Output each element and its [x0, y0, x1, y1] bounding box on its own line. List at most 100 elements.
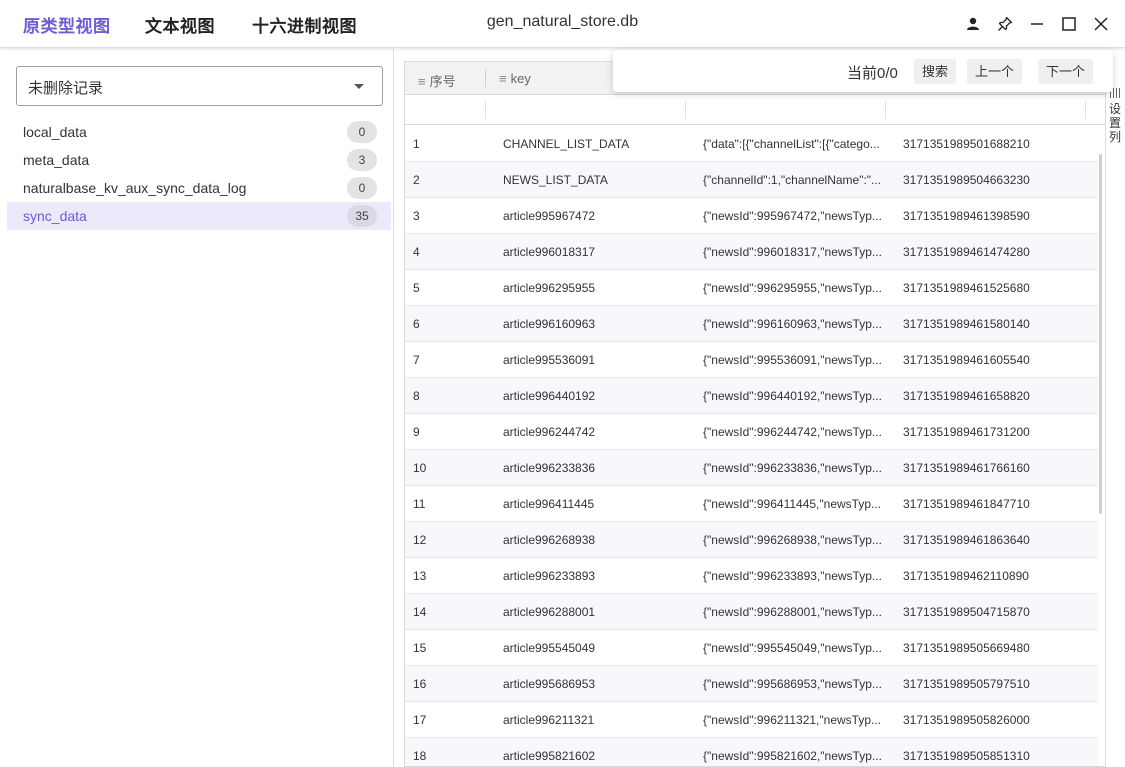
table-row[interactable]: 2 NEWS_LIST_DATA {"channelId":1,"channelNa…: [405, 162, 1098, 198]
table-row[interactable]: 12 article996268938 {"newsId":996268938,"n…: [405, 522, 1098, 558]
record-filter-select[interactable]: 未删除记录: [16, 66, 383, 106]
minimize-icon[interactable]: [1025, 12, 1049, 36]
row-timestamp-cell: 3171351989461847710: [903, 497, 1030, 511]
filter-divider: [685, 102, 686, 119]
row-index-cell: 8: [413, 389, 420, 403]
row-key-cell: article996288001: [503, 605, 596, 619]
search-match-count: 当前0/0: [847, 65, 898, 82]
row-timestamp-cell: 3171351989505851310: [903, 749, 1030, 763]
table-item-sync-data-log[interactable]: naturalbase_kv_aux_sync_data_log 0: [7, 174, 391, 202]
column-settings-label: 设置列: [1108, 102, 1121, 144]
row-value-cell: {"newsId":995967472,"newsTyp...: [703, 209, 882, 223]
table-row[interactable]: 1 CHANNEL_LIST_DATA {"data":[{"channelList…: [405, 126, 1098, 162]
row-timestamp-cell: 3171351989461766160: [903, 461, 1030, 475]
row-timestamp-cell: 3171351989504715870: [903, 605, 1030, 619]
table-item-name: naturalbase_kv_aux_sync_data_log: [23, 180, 247, 196]
tab-hex-view[interactable]: 十六进制视图: [252, 12, 357, 37]
column-resize-handle[interactable]: [485, 70, 486, 87]
table-row[interactable]: 17 article996211321 {"newsId":996211321,"n…: [405, 702, 1098, 738]
column-menu-icon: ≡: [499, 71, 507, 86]
close-icon[interactable]: [1089, 12, 1113, 36]
table-row[interactable]: 8 article996440192 {"newsId":996440192,"ne…: [405, 378, 1098, 414]
row-key-cell: article996440192: [503, 389, 596, 403]
table-row[interactable]: 15 article995545049 {"newsId":995545049,"n…: [405, 630, 1098, 666]
row-index-cell: 15: [413, 641, 427, 655]
row-value-cell: {"newsId":996018317,"newsTyp...: [703, 245, 882, 259]
row-key-cell: article995536091: [503, 353, 596, 367]
row-value-cell: {"newsId":996244742,"newsTyp...: [703, 425, 882, 439]
table-row[interactable]: 18 article995821602 {"newsId":995821602,"n…: [405, 738, 1098, 766]
user-icon[interactable]: [961, 12, 985, 36]
row-index-cell: 4: [413, 245, 420, 259]
row-key-cell: article995545049: [503, 641, 596, 655]
row-index-cell: 7: [413, 353, 420, 367]
row-value-cell: {"newsId":996268938,"newsTyp...: [703, 533, 882, 547]
search-button[interactable]: 搜索: [914, 59, 957, 84]
row-value-cell: {"newsId":995536091,"newsTyp...: [703, 353, 882, 367]
maximize-icon[interactable]: [1057, 12, 1081, 36]
pin-icon[interactable]: [993, 12, 1017, 36]
row-timestamp-cell: 3171351989461474280: [903, 245, 1030, 259]
row-timestamp-cell: 3171351989461658820: [903, 389, 1030, 403]
table-row[interactable]: 5 article996295955 {"newsId":996295955,"ne…: [405, 270, 1098, 306]
table-row[interactable]: 9 article996244742 {"newsId":996244742,"ne…: [405, 414, 1098, 450]
previous-match-button[interactable]: 上一个: [967, 59, 1023, 84]
table-row[interactable]: 13 article996233893 {"newsId":996233893,"n…: [405, 558, 1098, 594]
row-timestamp-cell: 3171351989462110890: [903, 569, 1029, 583]
grid-rows: 1 CHANNEL_LIST_DATA {"data":[{"channelList…: [405, 126, 1098, 766]
row-value-cell: {"newsId":996211321,"newsTyp...: [703, 713, 882, 727]
table-row[interactable]: 14 article996288001 {"newsId":996288001,"n…: [405, 594, 1098, 630]
vertical-scrollbar[interactable]: [1099, 154, 1102, 514]
column-header-key[interactable]: ≡ key: [499, 71, 531, 86]
table-item-meta-data[interactable]: meta_data 3: [7, 146, 391, 174]
record-filter-value: 未删除记录: [28, 80, 104, 97]
row-index-cell: 5: [413, 281, 420, 295]
row-key-cell: article996018317: [503, 245, 596, 259]
data-grid: ≡ 序号 ≡ key 1 CHANNEL_LIST_DATA {"data":[{"ch…: [404, 61, 1106, 767]
row-index-cell: 16: [413, 677, 427, 691]
row-value-cell: {"newsId":996440192,"newsTyp...: [703, 389, 882, 403]
table-row[interactable]: 16 article995686953 {"newsId":995686953,"n…: [405, 666, 1098, 702]
column-header-label: 序号: [429, 74, 456, 89]
count-badge: 35: [347, 205, 377, 227]
row-value-cell: {"data":[{"channelList":[{"catego...: [703, 137, 880, 151]
table-item-name: local_data: [23, 124, 87, 140]
row-index-cell: 11: [413, 497, 426, 511]
table-row[interactable]: 6 article996160963 {"newsId":996160963,"ne…: [405, 306, 1098, 342]
table-list-panel: 未删除记录 local_data 0 meta_data 3 naturalba…: [0, 49, 394, 767]
column-settings-toggle[interactable]: 设置列: [1106, 86, 1125, 156]
row-index-cell: 14: [413, 605, 427, 619]
column-header-index[interactable]: ≡ 序号: [418, 71, 456, 90]
row-value-cell: {"newsId":995545049,"newsTyp...: [703, 641, 882, 655]
count-badge: 0: [347, 121, 377, 143]
row-value-cell: {"channelId":1,"channelName":"...: [703, 173, 882, 187]
row-index-cell: 10: [413, 461, 427, 475]
row-value-cell: {"newsId":996233893,"newsTyp...: [703, 569, 882, 583]
top-bar: 原类型视图 文本视图 十六进制视图 gen_natural_store.db: [0, 0, 1125, 48]
row-index-cell: 3: [413, 209, 420, 223]
row-key-cell: article996233893: [503, 569, 596, 583]
row-key-cell: article995967472: [503, 209, 596, 223]
table-row[interactable]: 7 article995536091 {"newsId":995536091,"ne…: [405, 342, 1098, 378]
table-item-local-data[interactable]: local_data 0: [7, 118, 391, 146]
tab-text-view[interactable]: 文本视图: [145, 12, 215, 37]
row-timestamp-cell: 3171351989504663230: [903, 173, 1030, 187]
row-timestamp-cell: 3171351989505669480: [903, 641, 1030, 655]
next-match-button[interactable]: 下一个: [1038, 59, 1094, 84]
row-value-cell: {"newsId":996411445,"newsTyp...: [703, 497, 882, 511]
row-key-cell: article996295955: [503, 281, 596, 295]
row-index-cell: 6: [413, 317, 420, 331]
row-key-cell: article996244742: [503, 425, 596, 439]
tab-raw-type-view[interactable]: 原类型视图: [23, 12, 111, 37]
row-key-cell: article996411445: [503, 497, 595, 511]
row-index-cell: 17: [413, 713, 427, 727]
search-popup: 当前0/0 搜索 上一个 下一个: [613, 50, 1113, 92]
row-timestamp-cell: 3171351989461731200: [903, 425, 1030, 439]
table-item-sync-data[interactable]: sync_data 35: [7, 202, 391, 230]
table-row[interactable]: 4 article996018317 {"newsId":996018317,"ne…: [405, 234, 1098, 270]
row-index-cell: 1: [413, 137, 420, 151]
table-row[interactable]: 3 article995967472 {"newsId":995967472,"ne…: [405, 198, 1098, 234]
table-row[interactable]: 11 article996411445 {"newsId":996411445,"n…: [405, 486, 1098, 522]
table-row[interactable]: 10 article996233836 {"newsId":996233836,"n…: [405, 450, 1098, 486]
count-badge: 3: [347, 149, 377, 171]
